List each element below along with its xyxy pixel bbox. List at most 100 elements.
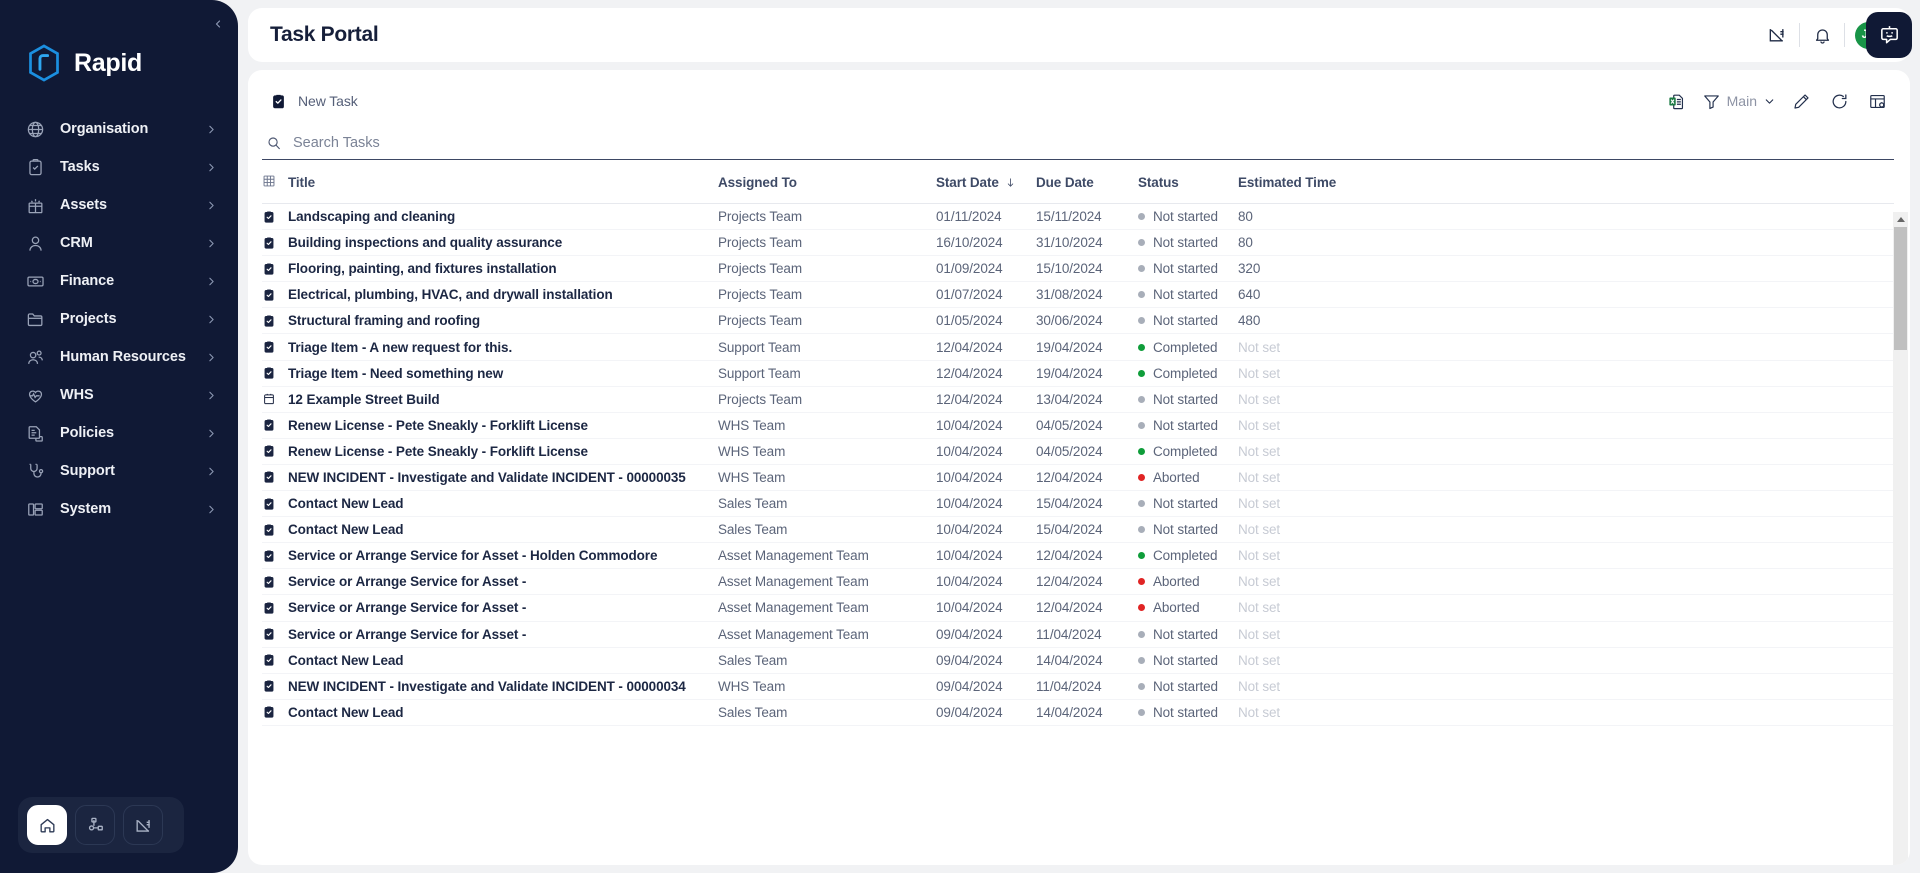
task-icon — [262, 229, 288, 257]
assistant-button[interactable] — [1866, 12, 1912, 58]
sidebar-item-human-resources[interactable]: Human Resources — [10, 338, 228, 376]
status-badge: Aborted — [1138, 568, 1238, 596]
search-bar[interactable] — [262, 130, 1894, 160]
notifications-button[interactable] — [1800, 17, 1844, 53]
task-icon — [262, 464, 288, 492]
status-badge: Not started — [1138, 699, 1238, 726]
cell-estimated-time: Not set — [1238, 464, 1894, 492]
task-icon — [262, 360, 288, 387]
column-header-start-date[interactable]: Start Date — [936, 160, 1036, 204]
dock-home-button[interactable] — [27, 805, 67, 845]
brand-logo[interactable]: Rapid — [0, 0, 238, 92]
column-header-due-date[interactable]: Due Date — [1036, 160, 1138, 204]
task-icon — [262, 699, 288, 726]
table-row[interactable]: Electrical, plumbing, HVAC, and drywall … — [262, 281, 1894, 309]
task-icon — [262, 490, 288, 518]
cell-estimated-time: Not set — [1238, 360, 1894, 387]
sidebar-item-policies[interactable]: Policies — [10, 414, 228, 452]
table-row[interactable]: Service or Arrange Service for Asset - As… — [262, 568, 1894, 596]
header-divider — [1844, 23, 1845, 47]
sidebar-collapse-button[interactable] — [208, 14, 228, 34]
triangle-up-icon — [1896, 217, 1905, 222]
dock-hierarchy-button[interactable] — [75, 805, 115, 845]
table-row[interactable]: Contact New Lead Sales Team 10/04/2024 15/0… — [262, 516, 1894, 544]
cell-assigned-to: WHS Team — [718, 438, 936, 465]
column-label: Assigned To — [718, 175, 797, 190]
column-settings-button[interactable] — [1860, 85, 1894, 117]
status-badge: Not started — [1138, 516, 1238, 544]
sidebar-item-assets[interactable]: Assets — [10, 186, 228, 224]
status-dot — [1138, 239, 1145, 247]
table-row[interactable]: NEW INCIDENT - Investigate and Validate … — [262, 673, 1894, 700]
list-toolbar: New Task Main — [248, 80, 1910, 122]
sidebar-item-tasks[interactable]: Tasks — [10, 148, 228, 186]
sidebar-item-crm[interactable]: CRM — [10, 224, 228, 262]
new-task-button[interactable]: New Task — [262, 93, 358, 110]
column-header-title[interactable]: Title — [288, 160, 718, 204]
chevron-right-icon — [205, 351, 218, 364]
cell-assigned-to: WHS Team — [718, 464, 936, 492]
sidebar-item-whs[interactable]: WHS — [10, 376, 228, 414]
scroll-up-button[interactable] — [1893, 212, 1908, 227]
table-row[interactable]: Service or Arrange Service for Asset - H… — [262, 542, 1894, 570]
table-row[interactable]: 12 Example Street Build Projects Team 12/0… — [262, 386, 1894, 413]
status-badge: Completed — [1138, 333, 1238, 361]
table-row[interactable]: Structural framing and roofing Projects T… — [262, 307, 1894, 335]
cell-assigned-to: Projects Team — [718, 386, 936, 413]
cell-title: Flooring, painting, and fixtures install… — [288, 255, 718, 283]
table-row[interactable]: Contact New Lead Sales Team 10/04/2024 15/0… — [262, 490, 1894, 518]
cell-title: Electrical, plumbing, HVAC, and drywall … — [288, 281, 718, 309]
sidebar-item-system[interactable]: System — [10, 490, 228, 528]
table-row[interactable]: Triage Item - Need something new Support … — [262, 360, 1894, 387]
table-row[interactable]: Building inspections and quality assuran… — [262, 229, 1894, 257]
pencil-icon — [1793, 93, 1809, 109]
sidebar-item-organisation[interactable]: Organisation — [10, 110, 228, 148]
table-grid-toggle[interactable] — [262, 160, 288, 204]
table-row[interactable]: Service or Arrange Service for Asset - As… — [262, 621, 1894, 648]
column-header-assigned-to[interactable]: Assigned To — [718, 160, 936, 204]
table-row[interactable]: Landscaping and cleaning Projects Team 01/… — [262, 203, 1894, 231]
refresh-button[interactable] — [1822, 85, 1856, 117]
robot-chat-icon — [1880, 25, 1898, 43]
globe-icon — [24, 118, 46, 140]
cell-start-date: 01/09/2024 — [936, 255, 1036, 283]
table-row[interactable]: Renew License - Pete Sneakly - Forklift … — [262, 438, 1894, 465]
table-row[interactable]: Renew License - Pete Sneakly - Forklift … — [262, 412, 1894, 439]
excel-export-icon — [1669, 94, 1684, 109]
edit-button[interactable] — [1784, 85, 1818, 117]
table-row[interactable]: Triage Item - A new request for this. Sup… — [262, 333, 1894, 361]
sidebar-item-label: Human Resources — [60, 349, 186, 365]
sidebar-item-projects[interactable]: Projects — [10, 300, 228, 338]
export-excel-button[interactable] — [1660, 85, 1694, 117]
status-badge: Not started — [1138, 621, 1238, 648]
sidebar-item-support[interactable]: Support — [10, 452, 228, 490]
status-badge: Aborted — [1138, 464, 1238, 492]
search-input[interactable] — [293, 134, 1894, 151]
task-icon — [262, 333, 288, 361]
table-row[interactable]: Contact New Lead Sales Team 09/04/2024 14/0… — [262, 699, 1894, 726]
filter-button[interactable]: Main — [1698, 85, 1780, 117]
cell-start-date: 01/11/2024 — [936, 203, 1036, 231]
column-header-status[interactable]: Status — [1138, 160, 1238, 204]
table-row[interactable]: Service or Arrange Service for Asset - As… — [262, 594, 1894, 622]
cell-estimated-time: Not set — [1238, 542, 1894, 570]
status-badge: Not started — [1138, 673, 1238, 700]
task-icon — [262, 281, 288, 309]
scrollbar-thumb[interactable] — [1894, 227, 1907, 350]
table-row[interactable]: Contact New Lead Sales Team 09/04/2024 14/0… — [262, 647, 1894, 674]
table-row[interactable]: NEW INCIDENT - Investigate and Validate … — [262, 464, 1894, 492]
status-dot — [1138, 213, 1145, 221]
people-icon — [24, 346, 46, 368]
sidebar-item-finance[interactable]: Finance — [10, 262, 228, 300]
table-row[interactable]: Flooring, painting, and fixtures install… — [262, 255, 1894, 283]
dock-design-button[interactable] — [123, 805, 163, 845]
refresh-icon — [1832, 93, 1846, 108]
vertical-scrollbar[interactable] — [1893, 212, 1908, 865]
column-header-estimated-time[interactable]: Estimated Time — [1238, 160, 1894, 204]
header-design-button[interactable] — [1755, 17, 1799, 53]
column-label: Title — [288, 175, 316, 190]
cell-start-date: 01/07/2024 — [936, 281, 1036, 309]
ruler-pen-icon — [1769, 29, 1784, 42]
status-dot — [1138, 656, 1145, 664]
cell-due-date: 12/04/2024 — [1036, 568, 1138, 596]
